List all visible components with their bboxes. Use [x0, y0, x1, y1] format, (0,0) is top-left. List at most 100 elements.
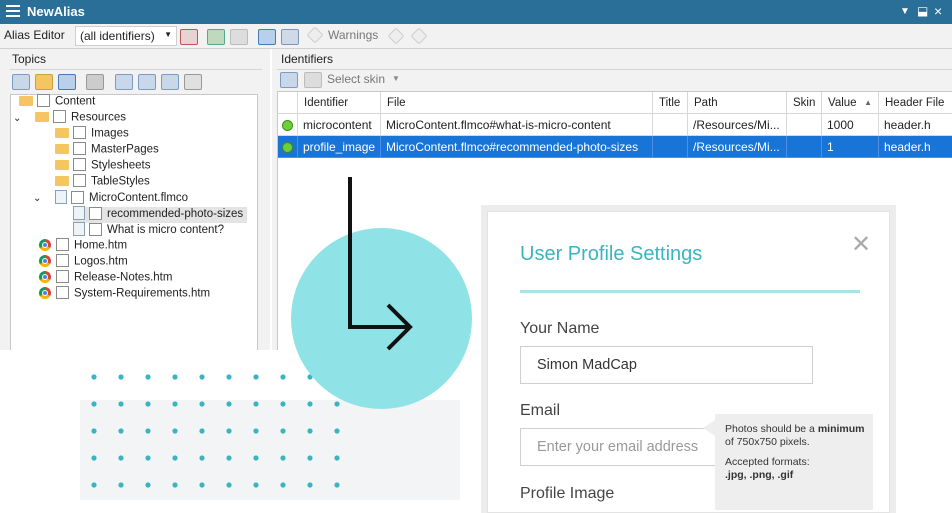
tree-item[interactable]: Home.htm [39, 238, 127, 255]
dot-pattern [91, 374, 340, 488]
chrome-icon [39, 286, 51, 299]
column-header-skin[interactable]: Skin [787, 92, 822, 114]
copy-icon[interactable] [12, 74, 30, 90]
dot [91, 455, 97, 461]
close-icon[interactable]: ✕ [851, 230, 871, 259]
value-cell[interactable]: 1000 [822, 114, 879, 136]
column-header-identifier[interactable]: Identifier [298, 92, 381, 114]
dot [280, 455, 286, 461]
chevron-down-icon[interactable]: ⌄ [13, 113, 35, 124]
value-cell[interactable]: 1 [822, 136, 879, 158]
dot [307, 401, 313, 407]
tree-item[interactable]: System-Requirements.htm [39, 286, 210, 303]
checkbox[interactable] [73, 142, 86, 155]
name-input[interactable]: Simon MadCap [520, 346, 813, 384]
checkbox[interactable] [89, 206, 102, 220]
skin-cell[interactable] [787, 114, 822, 136]
photo-size-tooltip: Photos should be a minimum of 750x750 pi… [715, 414, 873, 510]
dropdown-arrow-icon[interactable]: ▼ [900, 6, 910, 17]
dot [118, 374, 124, 380]
checkbox[interactable] [73, 126, 86, 139]
new-folder-icon[interactable] [35, 74, 53, 90]
tree-item[interactable]: Release-Notes.htm [39, 270, 172, 287]
dot [118, 428, 124, 434]
sort-ascending-icon: ▲ [864, 98, 872, 107]
checkbox[interactable] [89, 222, 102, 236]
file-cell[interactable]: MicroContent.flmco#what-is-micro-content [381, 114, 653, 136]
dot [145, 482, 151, 488]
save-icon[interactable] [258, 29, 276, 45]
tree-item[interactable]: ⌄ Resources [13, 110, 126, 127]
checkbox[interactable] [56, 270, 69, 283]
checkbox[interactable] [73, 158, 86, 171]
skin-icon[interactable] [304, 72, 322, 88]
checkbox[interactable] [73, 174, 86, 187]
checkbox[interactable] [56, 238, 69, 251]
tree-item[interactable]: Stylesheets [55, 158, 150, 175]
dot [91, 374, 97, 380]
checkbox[interactable] [56, 254, 69, 267]
dot [253, 401, 259, 407]
title-cell[interactable] [653, 136, 688, 158]
tree-item-selected[interactable]: recommended-photo-sizes [73, 206, 248, 223]
identifiers-title: Identifiers [281, 52, 334, 66]
column-header-file[interactable]: File [381, 92, 653, 114]
dot [253, 374, 259, 380]
chevron-down-icon[interactable]: ▼ [392, 74, 400, 83]
header-file-cell[interactable]: header.h [879, 136, 952, 158]
tree-item[interactable]: TableStyles [55, 174, 150, 191]
dot [307, 428, 313, 434]
header-file-cell[interactable]: header.h [879, 114, 952, 136]
tree-item[interactable]: MasterPages [55, 142, 159, 159]
view-icon[interactable] [58, 74, 76, 90]
chevron-down-icon[interactable]: ⌄ [33, 193, 55, 204]
tree-item[interactable]: Logos.htm [39, 254, 128, 271]
dot [118, 401, 124, 407]
settings-icon[interactable] [86, 74, 104, 90]
chrome-icon [39, 238, 51, 251]
checkbox[interactable] [37, 94, 50, 107]
sort-icon[interactable] [184, 74, 202, 90]
properties-icon[interactable] [180, 29, 198, 45]
dot [172, 401, 178, 407]
identifier-cell[interactable]: profile_image [298, 136, 381, 158]
skin-cell[interactable] [787, 136, 822, 158]
collapse-icon[interactable] [138, 74, 156, 90]
tree-item[interactable]: Content [19, 94, 95, 111]
next-warning-icon[interactable] [410, 27, 428, 45]
column-header-path[interactable]: Path [688, 92, 787, 114]
locate-icon[interactable] [161, 74, 179, 90]
alias-editor-label: Alias Editor [4, 28, 65, 42]
previous-warning-icon[interactable] [387, 27, 405, 45]
pin-icon[interactable]: ⬓ [917, 4, 928, 18]
refresh-icon[interactable] [281, 29, 299, 45]
column-header-header-file[interactable]: Header File [879, 92, 952, 114]
identifier-filter-select[interactable]: (all identifiers) ▼ [75, 26, 177, 46]
checkbox[interactable] [53, 110, 66, 123]
topics-title: Topics [12, 52, 47, 66]
hamburger-menu-icon[interactable] [6, 5, 20, 17]
folder-icon [35, 111, 49, 122]
title-cell[interactable] [653, 114, 688, 136]
tree-item[interactable]: What is micro content? [73, 222, 224, 239]
export-icon[interactable] [230, 29, 248, 45]
checkbox[interactable] [56, 286, 69, 299]
select-skin-button[interactable]: Select skin [327, 72, 385, 86]
checkbox[interactable] [71, 190, 84, 204]
column-header-value[interactable]: Value ▲ [822, 92, 879, 114]
import-icon[interactable] [207, 29, 225, 45]
tree-item[interactable]: Images [55, 126, 129, 143]
dot [199, 455, 205, 461]
warnings-button[interactable]: Warnings [328, 28, 378, 42]
add-identifier-icon[interactable] [280, 72, 298, 88]
identifier-cell[interactable]: microcontent [298, 114, 381, 136]
file-cell[interactable]: MicroContent.flmco#recommended-photo-siz… [381, 136, 653, 158]
path-cell[interactable]: /Resources/Mi... [688, 136, 787, 158]
path-cell[interactable]: /Resources/Mi... [688, 114, 787, 136]
dot [334, 401, 340, 407]
tree-item[interactable]: ⌄ MicroContent.flmco [33, 190, 188, 207]
expand-icon[interactable] [115, 74, 133, 90]
column-header-title[interactable]: Title [653, 92, 688, 114]
close-icon[interactable]: × [934, 3, 942, 19]
dot [91, 428, 97, 434]
